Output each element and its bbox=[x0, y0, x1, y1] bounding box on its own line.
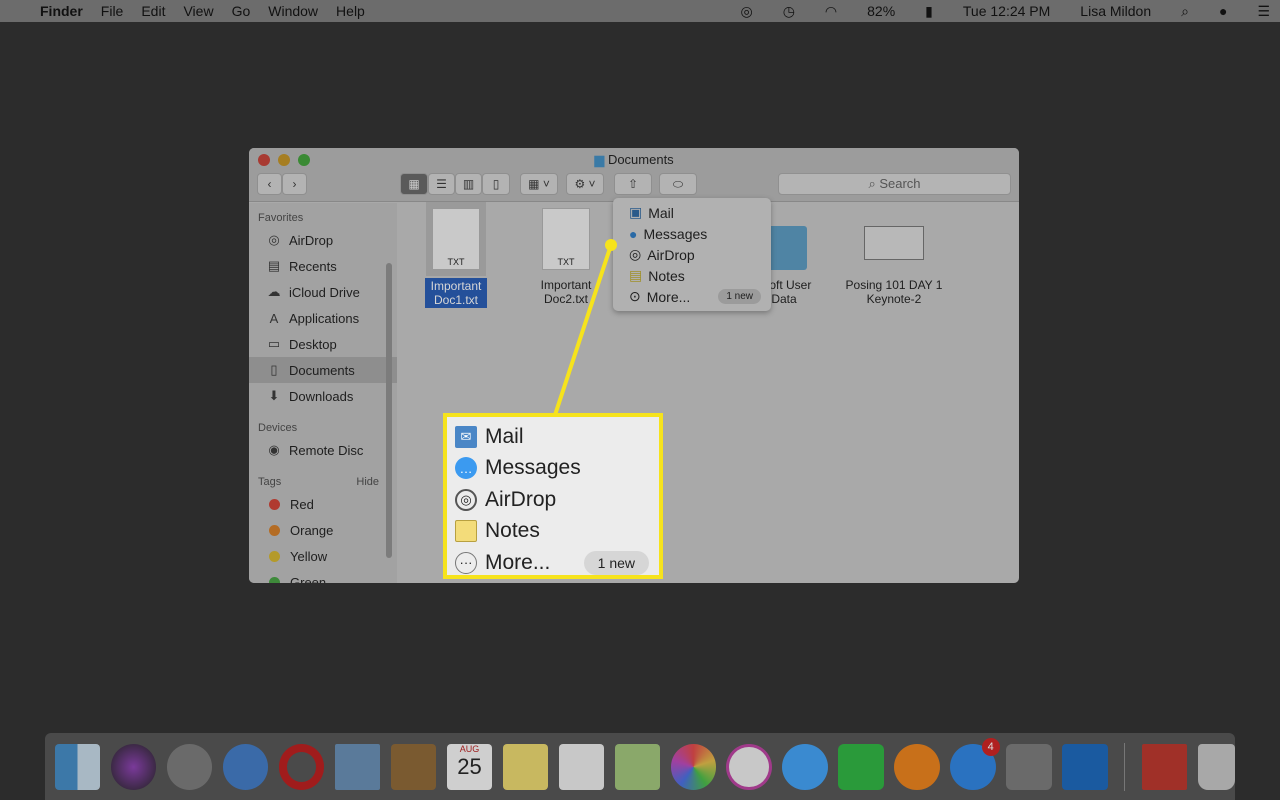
notes-icon bbox=[455, 520, 477, 543]
dock: AUG 25 4 bbox=[45, 733, 1236, 800]
dock-contacts[interactable] bbox=[390, 743, 437, 790]
menu-item-label: Messages bbox=[485, 456, 581, 480]
dock-safari[interactable] bbox=[222, 743, 269, 790]
calendar-month: AUG bbox=[459, 743, 480, 754]
dock-messages[interactable] bbox=[782, 743, 828, 790]
dock-trash[interactable] bbox=[1197, 743, 1236, 790]
notification-badge: 4 bbox=[981, 737, 1000, 756]
callout-mail: ✉ Mail bbox=[447, 421, 659, 453]
callout-notes: Notes bbox=[447, 516, 659, 548]
callout-messages: … Messages bbox=[447, 453, 659, 485]
dock-ibooks[interactable] bbox=[894, 743, 940, 790]
dock-notes[interactable] bbox=[502, 743, 549, 790]
calendar-day: 25 bbox=[457, 753, 482, 779]
dock-siri[interactable] bbox=[110, 743, 157, 790]
dock-maps[interactable] bbox=[614, 743, 660, 790]
more-icon: ··· bbox=[455, 551, 477, 574]
callout-more: ··· More... 1 new bbox=[447, 547, 659, 579]
callout-connector bbox=[553, 239, 617, 416]
dock-system-preferences[interactable] bbox=[1006, 743, 1052, 790]
callout-dot bbox=[605, 239, 617, 251]
dock-launchpad[interactable] bbox=[166, 743, 213, 790]
dock-reminders[interactable] bbox=[558, 743, 605, 790]
new-badge: 1 new bbox=[583, 550, 649, 575]
menu-item-label: Mail bbox=[485, 424, 524, 448]
dock-separator bbox=[1124, 742, 1126, 791]
dock-outlook[interactable] bbox=[1062, 743, 1108, 790]
messages-icon: … bbox=[455, 457, 477, 480]
menu-item-label: AirDrop bbox=[485, 487, 557, 511]
airdrop-icon: ◎ bbox=[455, 488, 477, 511]
menu-item-label: More... bbox=[485, 550, 551, 574]
dock-opera[interactable] bbox=[278, 743, 325, 790]
share-menu-callout: ✉ Mail … Messages ◎ AirDrop Notes ··· More..… bbox=[443, 413, 663, 579]
mail-icon: ✉ bbox=[455, 425, 477, 448]
dock-facetime[interactable] bbox=[838, 743, 884, 790]
dock-downloads-stack[interactable] bbox=[1141, 743, 1187, 790]
callout-airdrop: ◎ AirDrop bbox=[447, 484, 659, 516]
menu-item-label: Notes bbox=[485, 519, 540, 543]
dock-calendar[interactable]: AUG 25 bbox=[446, 743, 493, 790]
callout-line bbox=[553, 244, 613, 416]
dock-photos[interactable] bbox=[670, 743, 716, 790]
dock-itunes[interactable] bbox=[726, 743, 772, 790]
dock-app-store[interactable]: 4 bbox=[950, 737, 1000, 790]
dock-mail[interactable] bbox=[334, 743, 381, 790]
dock-finder[interactable] bbox=[55, 743, 101, 790]
